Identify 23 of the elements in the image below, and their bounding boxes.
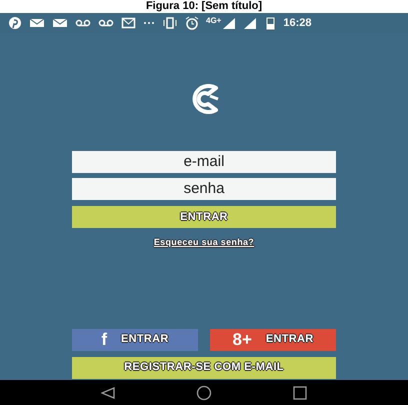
battery-icon (264, 16, 276, 30)
back-icon[interactable] (100, 386, 115, 398)
envelope-icon (121, 16, 136, 30)
vibrate-icon (162, 16, 178, 30)
password-field[interactable]: senha (72, 178, 336, 200)
button-label: ENTRAR (121, 332, 169, 348)
recents-icon[interactable] (293, 386, 308, 400)
email-field[interactable]: e-mail (72, 151, 336, 173)
google-plus-icon: 8+ (232, 331, 252, 348)
mail-icon (52, 16, 68, 30)
clock-time: 16:28 (283, 18, 312, 28)
signal-icon (222, 16, 236, 30)
google-login-button[interactable]: 8+ ENTRAR (210, 328, 336, 350)
figure-caption: Figura 10: [Sem título] (146, 0, 262, 13)
button-label: ENTRAR (266, 332, 314, 348)
signal-icon (243, 16, 258, 30)
mail-icon (29, 16, 45, 30)
facebook-login-button[interactable]: f ENTRAR (72, 328, 198, 350)
forgot-password-link[interactable]: Esqueceu sua senha? (154, 236, 254, 250)
home-icon[interactable] (196, 384, 212, 400)
alarm-icon (185, 16, 199, 30)
network-type: 4G+ (206, 17, 222, 25)
facebook-icon: f (101, 331, 108, 348)
